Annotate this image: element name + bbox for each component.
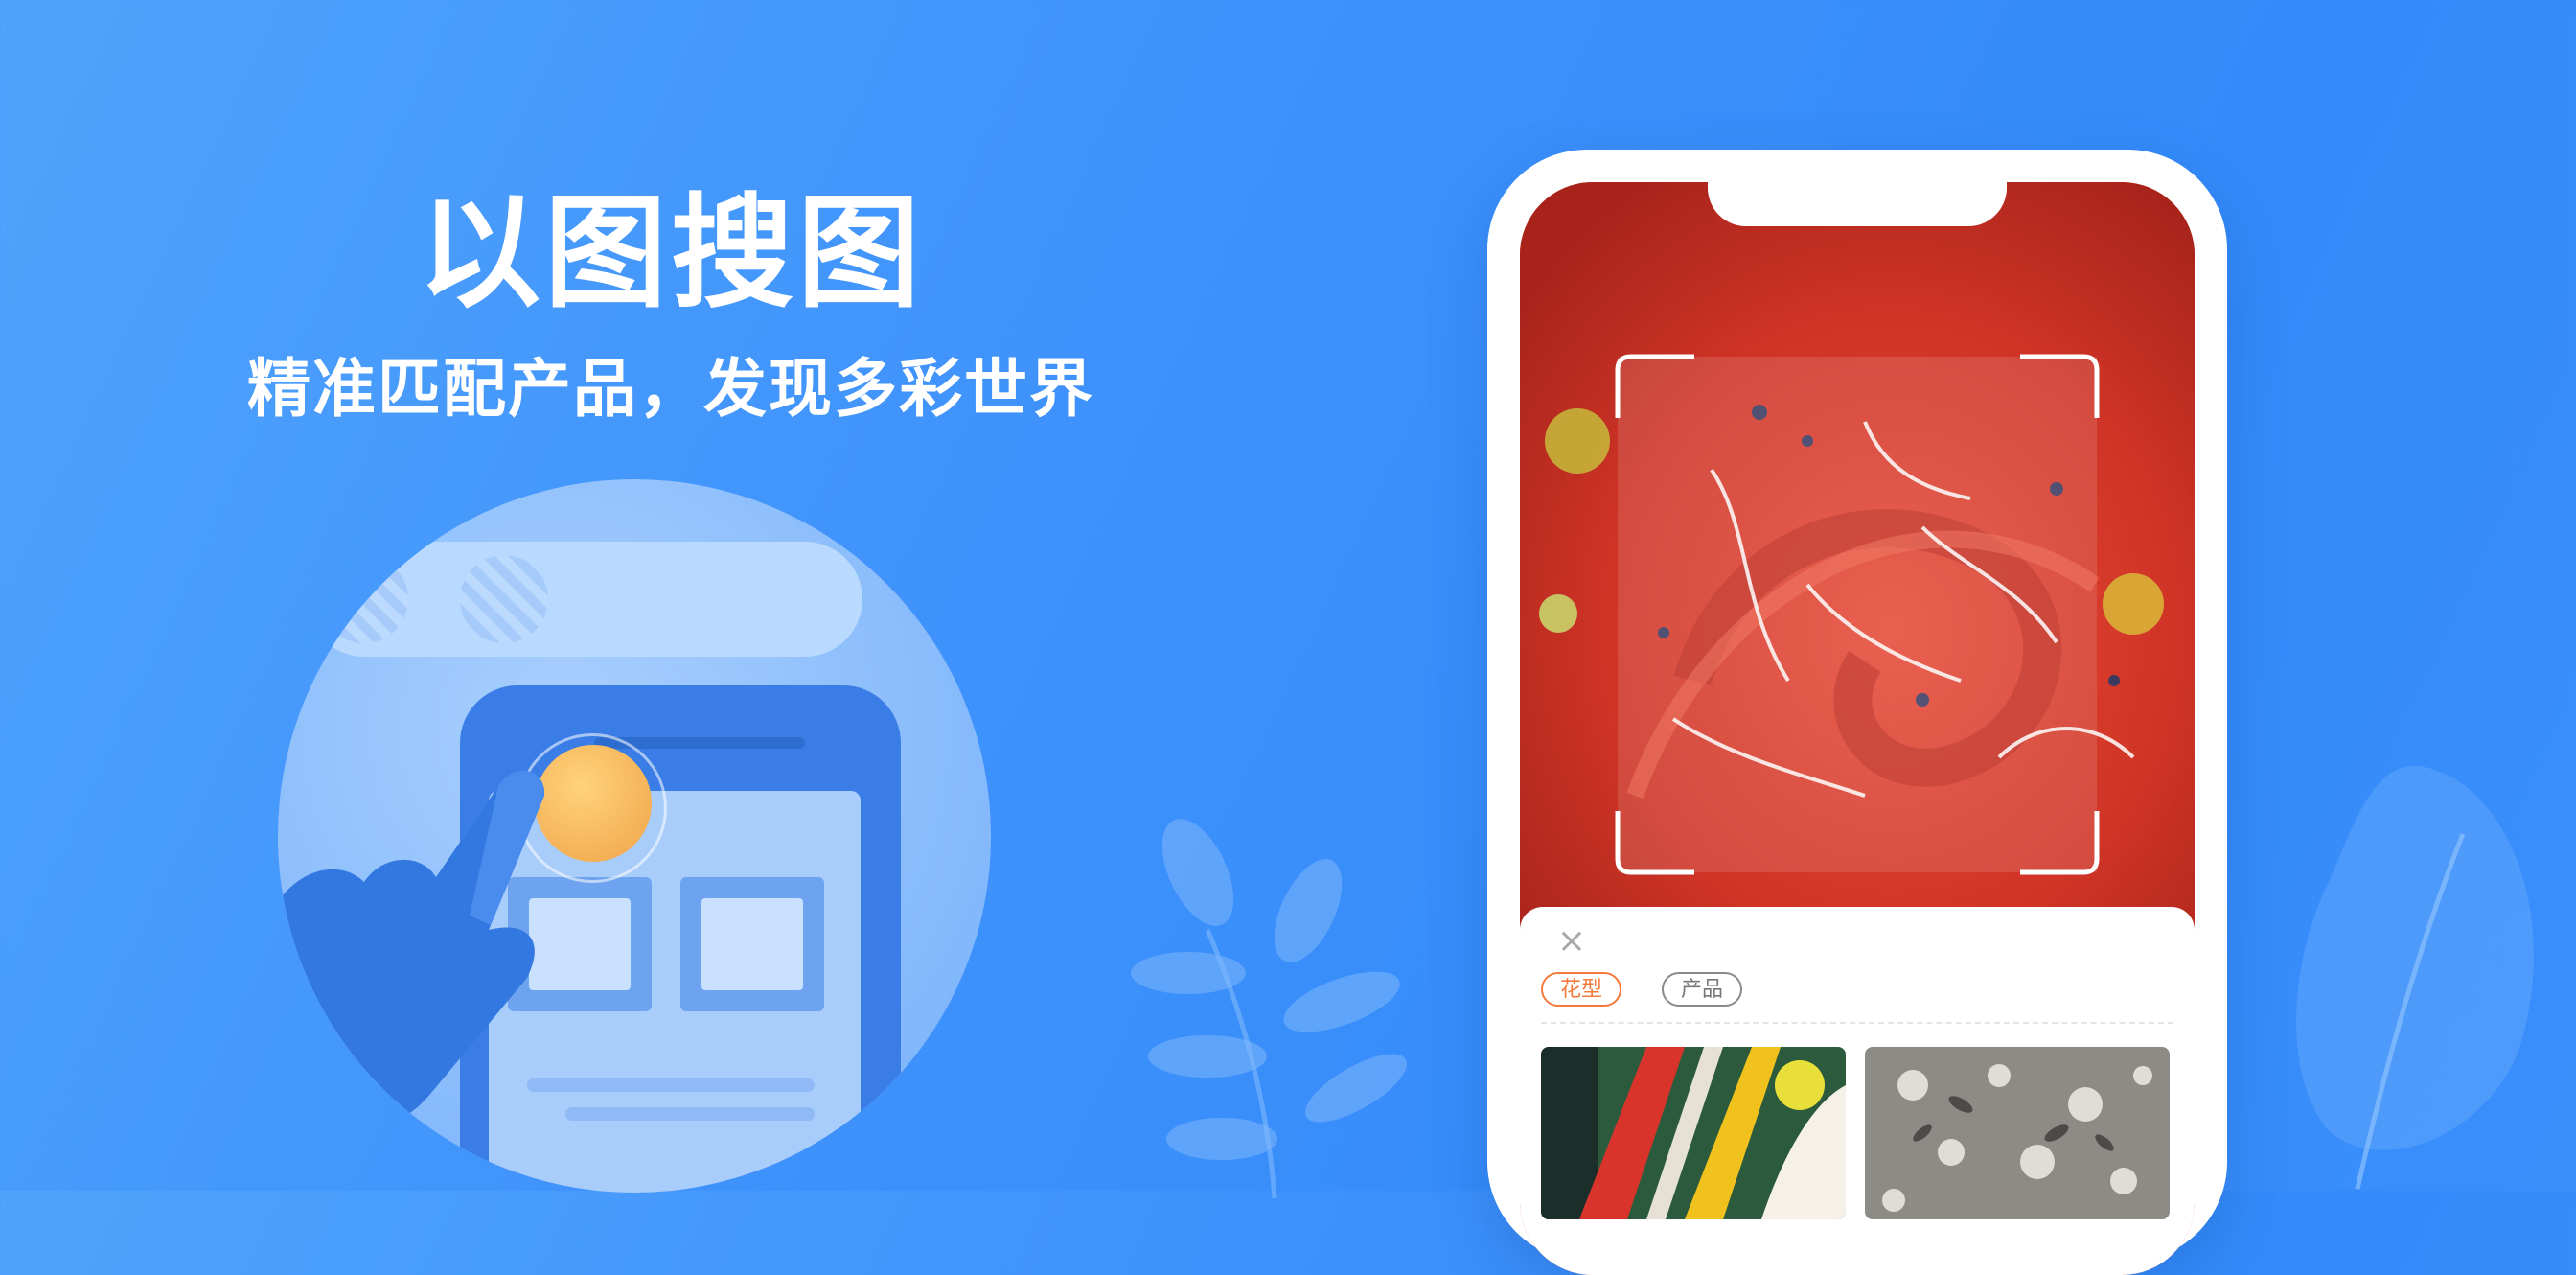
hero-subtitle: 精准匹配产品，发现多彩世界 bbox=[247, 352, 1094, 426]
close-icon[interactable]: × bbox=[1552, 922, 1591, 961]
leaf-decoration-right bbox=[2296, 765, 2534, 1190]
result-thumbnail[interactable] bbox=[1541, 1047, 1846, 1219]
leaf-decoration-left bbox=[1131, 819, 1408, 1198]
hero-title: 以图搜图 bbox=[417, 182, 924, 325]
fabric-swatch-image bbox=[1541, 1047, 1846, 1219]
divider bbox=[1541, 1022, 2174, 1024]
illustration-circle bbox=[278, 479, 991, 1193]
search-results-sheet: × 花型 产品 bbox=[1520, 907, 2195, 1275]
tab-pattern[interactable]: 花型 bbox=[1541, 972, 1622, 1007]
image-placeholder-icon bbox=[680, 877, 824, 1011]
placeholder-image-icon bbox=[460, 555, 548, 643]
pointing-hand-icon bbox=[278, 770, 545, 1136]
placeholder-image-icon bbox=[320, 555, 408, 643]
phone-notch bbox=[1708, 182, 2007, 226]
result-thumbnail[interactable] bbox=[1865, 1047, 2170, 1219]
fabric-swatch-image bbox=[1865, 1047, 2170, 1219]
search-bar-illustration bbox=[307, 542, 862, 657]
phone-mockup: × 花型 产品 bbox=[1487, 150, 2227, 1275]
phone-screen: × 花型 产品 bbox=[1520, 182, 2195, 1275]
tab-product[interactable]: 产品 bbox=[1662, 972, 1743, 1007]
scan-frame bbox=[1615, 354, 2100, 875]
